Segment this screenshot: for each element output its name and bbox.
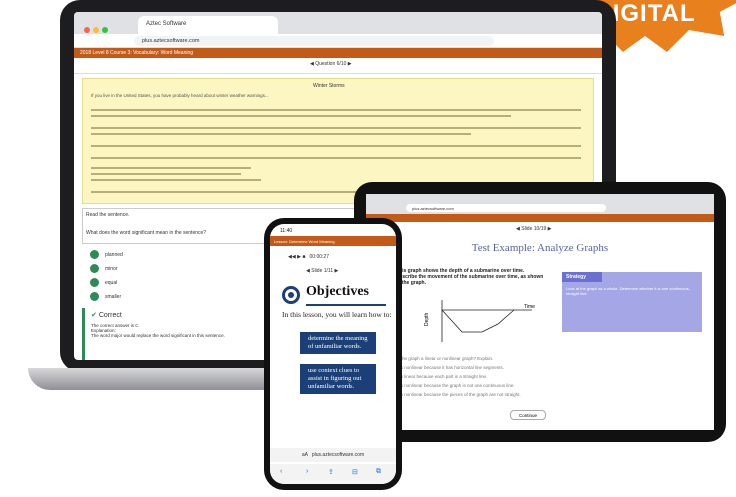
graph-line — [441, 309, 515, 333]
tablet-question: This graph shows the depth of a submarin… — [396, 268, 544, 286]
answer-label: equal — [105, 279, 118, 286]
target-icon — [282, 286, 300, 304]
option-text: Is the graph a linear or nonlinear graph… — [396, 356, 494, 361]
objectives-intro: In this lesson, you will learn how to: — [282, 310, 392, 319]
maximize-icon[interactable] — [102, 27, 108, 33]
graph-xlabel: Time — [524, 304, 535, 310]
strategy-box: Strategy Look at the graph as a whole. D… — [562, 272, 702, 332]
answer-label: minor — [105, 265, 118, 272]
strategy-label: Strategy — [562, 272, 602, 282]
tablet-address-bar[interactable]: plus.aztecsoftware.com — [406, 204, 606, 212]
passage-text-line — [91, 179, 261, 181]
share-icon[interactable]: ⇪ — [328, 468, 334, 476]
passage-text-line — [91, 127, 581, 129]
strategy-text: Look at the graph as a whole. Determine … — [566, 286, 690, 296]
phone-url: plus.aztecsoftware.com — [311, 452, 365, 458]
option-text[interactable]: It is nonlinear because it has horizonta… — [396, 363, 596, 372]
tablet-options: Is the graph a linear or nonlinear graph… — [396, 354, 596, 399]
passage-text-line — [91, 109, 581, 111]
tablet-slide-label: Slide 10/19 — [521, 226, 547, 232]
check-icon: ✔ — [91, 312, 97, 319]
answer-label: planned — [105, 251, 123, 258]
passage-text-line — [91, 157, 581, 159]
bookmarks-icon[interactable]: ⊟ — [352, 468, 358, 476]
answer-choice[interactable]: planned — [90, 250, 123, 259]
phone-slide-label: Slide 1/11 — [311, 268, 334, 274]
continue-button[interactable]: Continue — [510, 410, 546, 420]
answer-choice[interactable]: minor — [90, 264, 118, 273]
window-controls[interactable] — [84, 20, 114, 33]
passage-text-line — [91, 133, 471, 135]
tablet-browser-bar: plus.aztecsoftware.com — [366, 194, 714, 214]
phone-slide-nav[interactable]: ◀ Slide 1/11 ▶ — [306, 268, 338, 274]
question-nav[interactable]: ◀ Question 6/10 ▶ — [310, 61, 352, 67]
back-icon[interactable]: ‹ — [280, 468, 282, 475]
phone-address-bar[interactable]: aA plus.aztecsoftware.com — [270, 448, 396, 462]
option-text[interactable]: It is nonlinear because the pieces of th… — [396, 390, 596, 399]
answer-bullet-icon — [90, 292, 99, 301]
tabs-icon[interactable]: ⧉ — [376, 468, 381, 476]
phone-toolbar: ‹ › ⇪ ⊟ ⧉ — [270, 464, 396, 484]
forward-icon[interactable]: › — [306, 468, 308, 475]
objective-item: use context clues to assist in figuring … — [300, 364, 376, 394]
passage-intro: If you live in the United States, you ha… — [91, 93, 269, 98]
tablet-screen: plus.aztecsoftware.com ◀ Slide 10/19 ▶ T… — [366, 194, 714, 430]
objectives-title: Objectives — [306, 284, 386, 306]
tablet-title: Test Example: Analyze Graphs — [471, 242, 609, 254]
passage-text-line — [91, 115, 511, 117]
toolbar: ◀ Question 6/10 ▶ — [74, 58, 602, 74]
option-text[interactable]: It is nonlinear because the graph is not… — [396, 381, 596, 390]
address-row: plus.aztecsoftware.com — [74, 34, 602, 48]
passage-text-line — [91, 173, 241, 175]
passage-text-line — [91, 167, 251, 169]
address-bar[interactable]: plus.aztecsoftware.com — [134, 36, 494, 46]
phone-status-time: 11:40 — [280, 228, 293, 234]
tablet-course-bar — [366, 214, 714, 222]
depth-time-graph: Depth Time — [424, 300, 535, 342]
answer-choice[interactable]: smaller — [90, 292, 121, 301]
audio-time: 00:00:27 — [309, 254, 329, 260]
answer-bullet-icon — [90, 278, 99, 287]
option-text[interactable]: It is linear because each part is a stra… — [396, 372, 596, 381]
browser-tab-bar: Aztec Software — [74, 12, 602, 34]
graph-ylabel: Depth — [424, 312, 430, 326]
passage-text-line — [91, 145, 581, 147]
phone-course-bar: Lesson: Determine Word Meaning — [270, 236, 396, 246]
audio-controls[interactable]: ◀◀ ▶ ■ 00:00:27 — [288, 254, 329, 260]
question-nav-label: Question 6/10 — [315, 61, 347, 67]
phone-screen: 11:40 Lesson: Determine Word Meaning ◀◀ … — [270, 224, 396, 484]
answer-bullet-icon — [90, 264, 99, 273]
browser-tab[interactable]: Aztec Software — [138, 16, 278, 34]
answer-bullet-icon — [90, 250, 99, 259]
answer-choice[interactable]: equal — [90, 278, 117, 287]
tablet-slide-nav[interactable]: ◀ Slide 10/19 ▶ — [516, 226, 552, 232]
phone-text-size[interactable]: aA — [302, 452, 308, 458]
passage-title: Winter Storms — [313, 83, 345, 89]
minimize-icon[interactable] — [93, 27, 99, 33]
feedback-title-label: Correct — [98, 312, 122, 319]
objective-item: determine the meaning of unfamiliar word… — [300, 332, 376, 354]
answer-label: smaller — [105, 293, 122, 300]
close-icon[interactable] — [84, 27, 90, 33]
course-bar: 2018 Level 8 Course 3: Vocabulary: Word … — [74, 48, 602, 58]
